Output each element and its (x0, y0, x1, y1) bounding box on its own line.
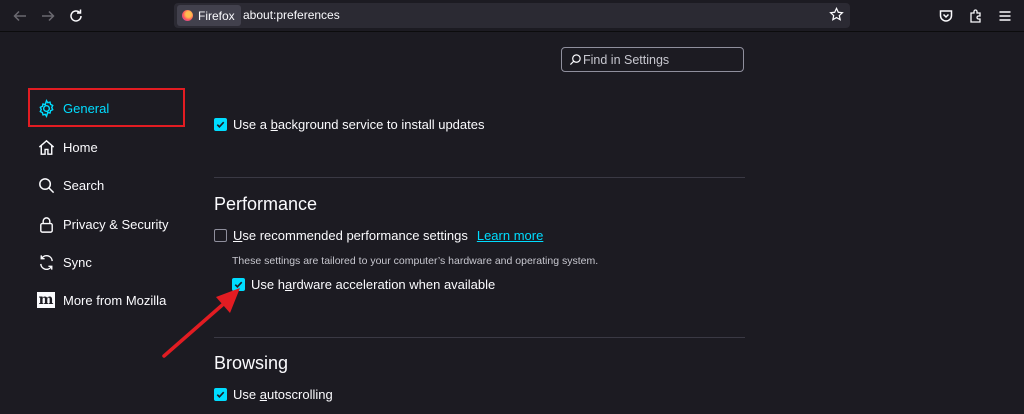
sidebar-item-label: Home (63, 139, 98, 155)
checkbox-label: Use autoscrolling (233, 387, 333, 402)
checkmark-icon (216, 121, 225, 128)
sidebar-item-search[interactable]: Search (36, 173, 104, 197)
background-updates-option[interactable]: Use a background service to install upda… (214, 117, 485, 132)
hardware-acceleration-option[interactable]: Use hardware acceleration when available (232, 277, 495, 292)
star-icon (829, 6, 844, 21)
pocket-button[interactable] (936, 6, 956, 26)
sidebar-item-sync[interactable]: Sync (36, 250, 92, 274)
section-divider (214, 177, 745, 178)
gear-icon (36, 98, 56, 118)
back-arrow-icon (13, 10, 26, 22)
sidebar-item-label: Search (63, 177, 105, 193)
autoscrolling-checkbox[interactable] (214, 388, 227, 401)
checkbox-label: Use recommended performance settings (233, 228, 468, 243)
search-icon (36, 175, 56, 195)
background-updates-checkbox[interactable] (214, 118, 227, 131)
find-in-settings-input[interactable] (583, 50, 738, 69)
lock-icon (36, 214, 56, 234)
sidebar-item-more-from-mozilla[interactable]: m More from Mozilla (36, 288, 166, 312)
browsing-heading: Browsing (214, 353, 289, 373)
browser-toolbar: Firefox about:preferences (0, 0, 1024, 32)
hamburger-menu-icon (999, 11, 1011, 21)
checkmark-icon (216, 391, 225, 398)
app-menu-button[interactable] (995, 6, 1015, 26)
recommended-performance-checkbox[interactable] (214, 229, 227, 242)
sidebar-item-home[interactable]: Home (36, 135, 98, 159)
sidebar-item-label: Sync (63, 254, 92, 270)
checkbox-label: Use hardware acceleration when available (251, 277, 496, 292)
url-bar[interactable]: Firefox about:preferences (174, 3, 850, 28)
extensions-button[interactable] (966, 6, 986, 26)
sidebar-item-general[interactable]: General (36, 96, 109, 120)
back-button[interactable] (10, 6, 30, 26)
reload-button[interactable] (66, 6, 86, 26)
learn-more-link[interactable]: Learn more (477, 228, 543, 243)
mozilla-icon: m (37, 292, 55, 308)
forward-button[interactable] (38, 6, 58, 26)
identity-box[interactable]: Firefox (177, 5, 241, 26)
url-text[interactable]: about:preferences (243, 8, 340, 22)
sidebar-item-label: Privacy & Security (63, 216, 169, 232)
bookmark-star-button[interactable] (828, 6, 846, 24)
section-divider (214, 337, 745, 338)
sync-icon (36, 252, 56, 272)
checkbox-label: Use a background service to install upda… (233, 117, 485, 132)
home-icon (36, 137, 56, 157)
performance-note: These settings are tailored to your comp… (232, 255, 599, 267)
pocket-icon (939, 10, 953, 22)
puzzle-icon (970, 9, 981, 23)
firefox-logo-icon (182, 10, 193, 21)
autoscrolling-option[interactable]: Use autoscrolling (214, 387, 333, 402)
search-icon (569, 54, 581, 66)
identity-label: Firefox (198, 8, 235, 23)
performance-heading: Performance (214, 194, 318, 214)
forward-arrow-icon (42, 10, 55, 22)
sidebar-item-label: General (63, 100, 110, 116)
reload-icon (70, 9, 82, 22)
recommended-performance-option[interactable]: Use recommended performance settings Lea… (214, 228, 543, 243)
find-in-settings[interactable] (561, 47, 744, 72)
sidebar-item-privacy-security[interactable]: Privacy & Security (36, 212, 168, 236)
